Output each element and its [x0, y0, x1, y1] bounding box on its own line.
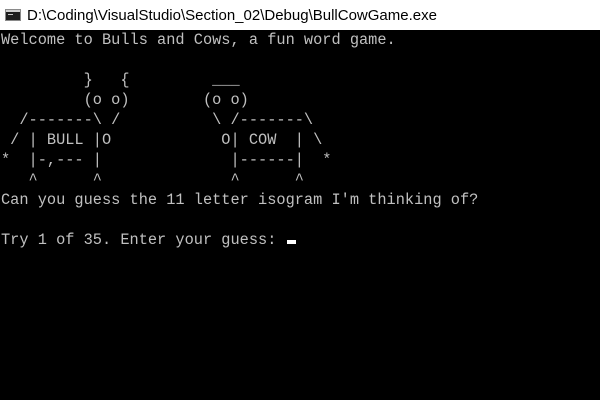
ascii-art-line: * |-,--- | |------| *	[1, 151, 332, 169]
text-cursor	[286, 240, 296, 244]
ascii-art-line: /-------\ / \ /-------\	[1, 111, 314, 129]
console-output[interactable]: Welcome to Bulls and Cows, a fun word ga…	[1, 30, 599, 400]
prompt-line[interactable]: Try 1 of 35. Enter your guess:	[1, 230, 599, 250]
prompt-text: Try 1 of 35. Enter your guess:	[1, 231, 286, 249]
title-bar[interactable]: D:\Coding\VisualStudio\Section_02\Debug\…	[0, 0, 600, 30]
ascii-art-line: } { ___	[1, 71, 240, 89]
ascii-art-line: / | BULL |O O| COW | \	[1, 131, 323, 149]
console-app-icon[interactable]	[5, 9, 21, 21]
welcome-line: Welcome to Bulls and Cows, a fun word ga…	[1, 31, 396, 49]
question-line: Can you guess the 11 letter isogram I'm …	[1, 191, 479, 209]
ascii-art-line: ^ ^ ^ ^	[1, 171, 304, 189]
console-window: D:\Coding\VisualStudio\Section_02\Debug\…	[0, 0, 600, 400]
window-title: D:\Coding\VisualStudio\Section_02\Debug\…	[27, 6, 437, 24]
ascii-art-line: (o o) (o o)	[1, 91, 249, 109]
